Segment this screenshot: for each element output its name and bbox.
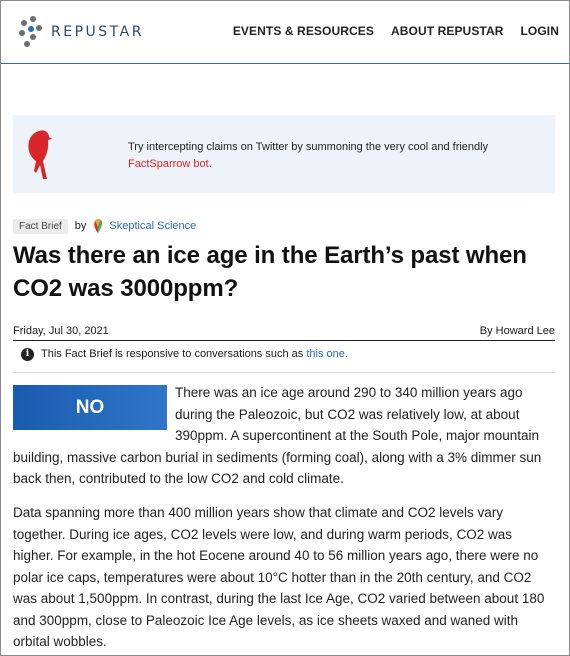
repustar-logo[interactable]: REPUSTAR — [19, 16, 144, 48]
article-meta: Fact Brief by Skeptical Science — [13, 218, 196, 234]
banner-message: Try intercepting claims on Twitter by su… — [128, 141, 489, 153]
sparrow-bird-icon — [28, 130, 52, 179]
note-prefix: This Fact Brief is responsive to convers… — [41, 348, 304, 360]
note-suffix: . — [344, 348, 348, 360]
factsparrow-banner: Try intercepting claims on Twitter by su… — [13, 115, 555, 193]
main-nav: EVENTS & RESOURCES ABOUT REPUSTAR LOGIN — [233, 24, 559, 38]
fact-brief-tag[interactable]: Fact Brief — [13, 218, 68, 234]
article-date: Friday, Jul 30, 2021 — [13, 325, 109, 337]
skeptical-science-link[interactable]: Skeptical Science — [109, 220, 196, 232]
page-frame: REPUSTAR EVENTS & RESOURCES ABOUT REPUST… — [0, 0, 570, 656]
body-paragraph: Data spanning more than 400 million year… — [13, 505, 545, 649]
by-label: by — [74, 220, 87, 232]
banner-period: . — [208, 158, 212, 170]
info-icon: i — [21, 348, 34, 361]
article-title: Was there an ice age in the Earth’s past… — [13, 242, 527, 302]
nav-login[interactable]: LOGIN — [521, 24, 560, 38]
dateline: Friday, Jul 30, 2021 By Howard Lee — [13, 323, 555, 341]
site-header: REPUSTAR EVENTS & RESOURCES ABOUT REPUST… — [1, 1, 569, 64]
article-author: By Howard Lee — [479, 325, 555, 337]
repustar-logo-icon — [19, 16, 43, 48]
verdict-badge: NO — [13, 385, 167, 430]
nav-about-repustar[interactable]: ABOUT REPUSTAR — [391, 24, 504, 38]
this-one-link[interactable]: this one — [306, 348, 345, 360]
banner-text: Try intercepting claims on Twitter by su… — [128, 139, 488, 173]
brand-name: REPUSTAR — [51, 24, 144, 40]
nav-events-resources[interactable]: EVENTS & RESOURCES — [233, 24, 374, 38]
responsive-note: i This Fact Brief is responsive to conve… — [13, 348, 555, 373]
responsive-note-text: This Fact Brief is responsive to convers… — [41, 348, 348, 360]
factsparrow-bot-link[interactable]: FactSparrow bot — [128, 158, 209, 170]
skeptical-science-icon — [94, 218, 103, 233]
